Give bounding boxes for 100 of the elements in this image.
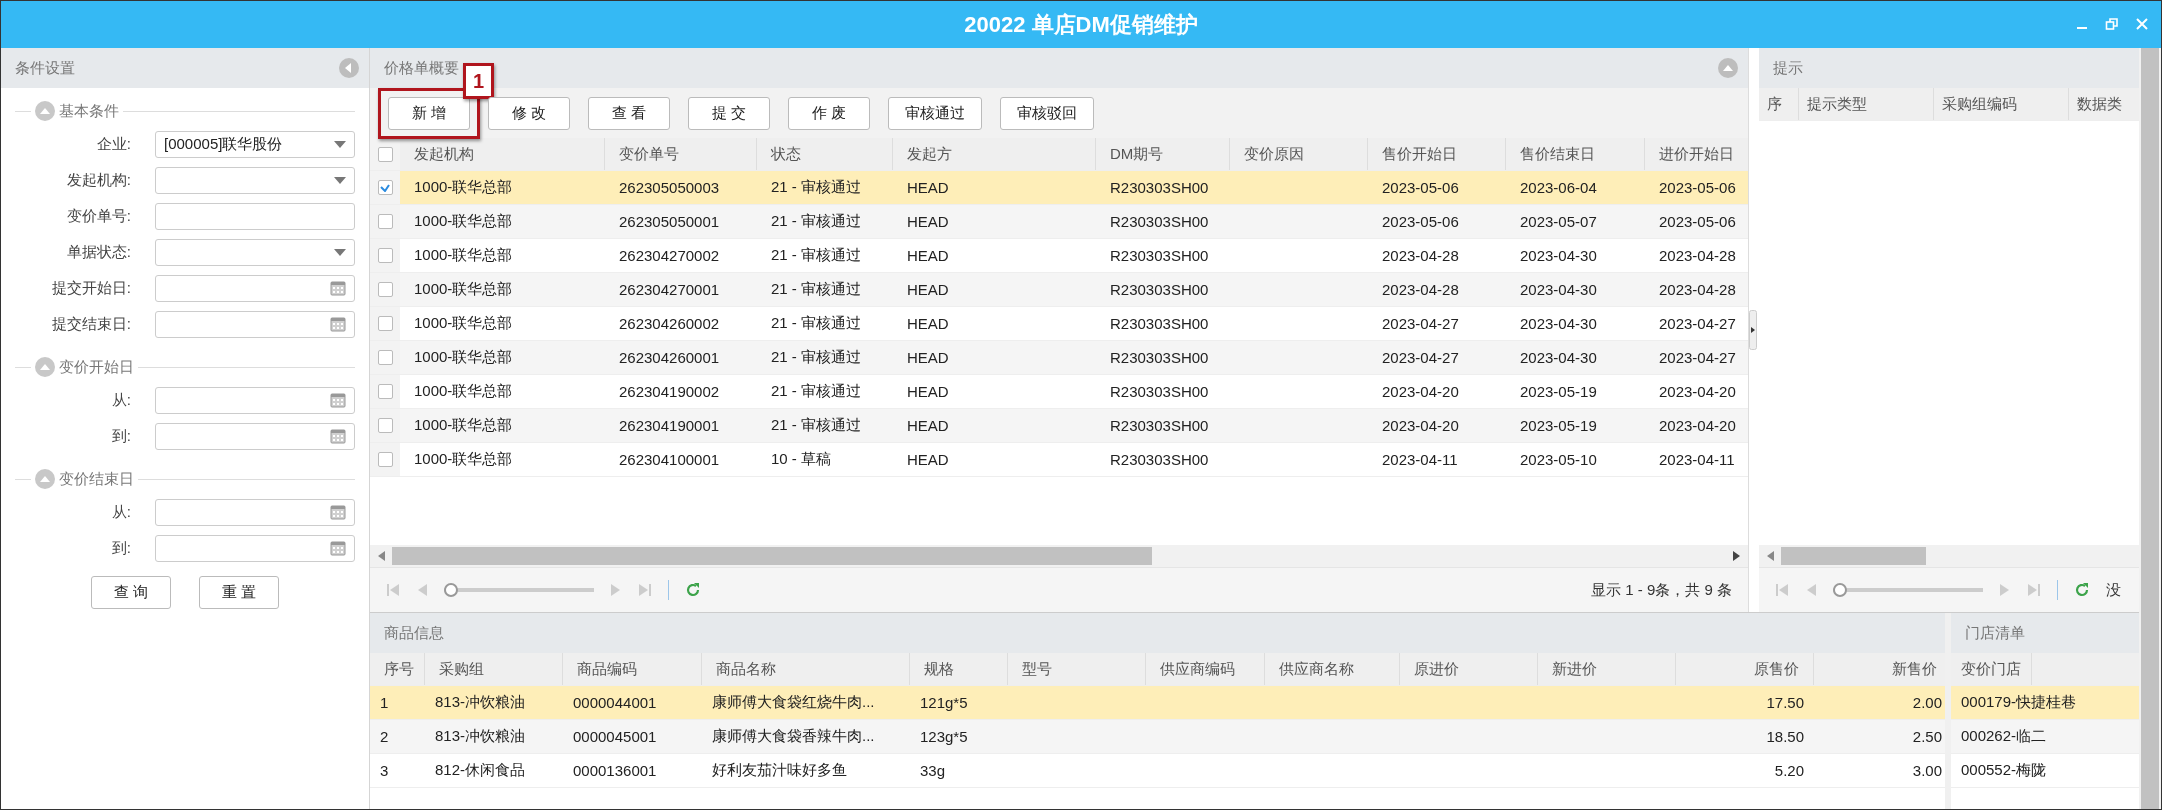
- column-header[interactable]: 供应商名称: [1265, 653, 1400, 685]
- toolbar-button[interactable]: 修 改: [488, 96, 570, 130]
- column-header[interactable]: 供应商编码: [1146, 653, 1265, 685]
- dropdown-caret-icon: [334, 176, 346, 184]
- checkbox[interactable]: [377, 316, 393, 331]
- scroll-left-icon[interactable]: [1767, 551, 1775, 561]
- input-field[interactable]: [155, 310, 355, 338]
- table-cell: HEAD: [907, 451, 949, 468]
- calendar-icon: [330, 392, 346, 408]
- input-field[interactable]: [155, 534, 355, 562]
- column-header[interactable]: 采购组: [425, 653, 563, 685]
- table-cell: 17.50: [1766, 694, 1804, 711]
- checkbox[interactable]: [377, 180, 393, 195]
- checkbox[interactable]: [377, 248, 393, 263]
- restore-icon[interactable]: [2105, 17, 2119, 31]
- column-header[interactable]: 规格: [910, 653, 1008, 685]
- field-label: 单据状态:: [65, 242, 132, 262]
- table-cell: 10 - 草稿: [771, 450, 831, 469]
- form-button[interactable]: 重 置: [199, 576, 279, 609]
- table-cell: 813-冲饮粮油: [435, 693, 526, 712]
- column-header[interactable]: 发起方: [893, 138, 1096, 170]
- input-field[interactable]: [155, 166, 355, 194]
- input-field[interactable]: [155, 274, 355, 302]
- refresh-icon[interactable]: [2074, 582, 2090, 598]
- table-cell: 2023-04-30: [1520, 247, 1597, 264]
- checkbox[interactable]: [377, 350, 393, 365]
- toolbar-button[interactable]: 审核驳回: [1000, 96, 1094, 130]
- field-label: 从:: [110, 502, 132, 522]
- table-cell: 1000-联华总部: [414, 314, 513, 333]
- column-header[interactable]: 变价单号: [605, 138, 757, 170]
- toolbar-button[interactable]: 作 废: [788, 96, 870, 130]
- collapse-icon[interactable]: [1718, 58, 1738, 78]
- scrollbar-thumb[interactable]: [1781, 547, 1926, 565]
- table-cell: 2023-04-20: [1382, 383, 1459, 400]
- first-page-icon[interactable]: [386, 583, 400, 597]
- column-header[interactable]: 原售价: [1676, 653, 1814, 685]
- form-button[interactable]: 查 询: [91, 576, 171, 609]
- page-info: 没: [2106, 580, 2121, 600]
- checkbox[interactable]: [377, 452, 393, 467]
- checkbox[interactable]: [377, 384, 393, 399]
- toolbar-button[interactable]: 查 看: [588, 96, 670, 130]
- table-cell: 262304190002: [619, 383, 720, 400]
- last-page-icon[interactable]: [2027, 583, 2041, 597]
- collapse-icon[interactable]: [35, 469, 55, 489]
- column-header[interactable]: 采购组编码: [1934, 88, 2069, 120]
- table-cell: 3: [380, 762, 389, 779]
- collapse-icon[interactable]: [339, 58, 359, 78]
- table-cell: 2023-05-06: [1382, 179, 1459, 196]
- column-header[interactable]: 商品名称: [702, 653, 910, 685]
- checkbox[interactable]: [377, 146, 393, 162]
- previous-page-icon[interactable]: [416, 583, 428, 597]
- table-cell: 康师傅大食袋香辣牛肉...: [712, 727, 875, 746]
- toolbar-button[interactable]: 新 增: [388, 96, 470, 130]
- collapse-icon[interactable]: [35, 357, 55, 377]
- table-cell: 21 - 审核通过: [771, 212, 861, 231]
- column-header[interactable]: 售价开始日: [1368, 138, 1506, 170]
- input-field[interactable]: [155, 498, 355, 526]
- checkbox[interactable]: [377, 418, 393, 433]
- table-cell: HEAD: [907, 349, 949, 366]
- scrollbar-thumb[interactable]: [2141, 48, 2159, 809]
- table-cell: 262304100001: [619, 451, 720, 468]
- checkbox[interactable]: [377, 282, 393, 297]
- next-page-icon[interactable]: [1999, 583, 2011, 597]
- expand-handle-icon[interactable]: [1749, 310, 1757, 350]
- column-header[interactable]: 原进价: [1400, 653, 1538, 685]
- column-header[interactable]: 序号: [370, 653, 425, 685]
- column-header[interactable]: 新进价: [1538, 653, 1676, 685]
- input-field[interactable]: [000005]联华股份: [155, 130, 355, 158]
- column-header[interactable]: 商品编码: [563, 653, 702, 685]
- table-cell: 813-冲饮粮油: [435, 727, 526, 746]
- column-header[interactable]: DM期号: [1096, 138, 1230, 170]
- close-icon[interactable]: [2135, 17, 2149, 31]
- table-cell: HEAD: [907, 281, 949, 298]
- input-field[interactable]: [155, 238, 355, 266]
- scrollbar-thumb[interactable]: [392, 547, 1152, 565]
- scroll-left-icon[interactable]: [378, 551, 386, 561]
- table-cell: 33g: [920, 762, 946, 779]
- input-field[interactable]: [155, 202, 355, 230]
- collapse-icon[interactable]: [35, 101, 55, 121]
- input-field[interactable]: [155, 422, 355, 450]
- toolbar-button[interactable]: 审核通过: [888, 96, 982, 130]
- first-page-icon[interactable]: [1775, 583, 1789, 597]
- previous-page-icon[interactable]: [1805, 583, 1817, 597]
- column-header[interactable]: 型号: [1008, 653, 1146, 685]
- column-header[interactable]: 变价原因: [1230, 138, 1368, 170]
- column-header[interactable]: 售价结束日: [1506, 138, 1645, 170]
- last-page-icon[interactable]: [638, 583, 652, 597]
- column-header[interactable]: 序: [1759, 88, 1799, 120]
- input-field[interactable]: [155, 386, 355, 414]
- checkbox[interactable]: [377, 214, 393, 229]
- scroll-right-icon[interactable]: [1732, 551, 1740, 561]
- table-cell: 2023-04-28: [1382, 247, 1459, 264]
- column-header[interactable]: 状态: [757, 138, 893, 170]
- refresh-icon[interactable]: [685, 582, 701, 598]
- next-page-icon[interactable]: [610, 583, 622, 597]
- column-header[interactable]: 提示类型: [1799, 88, 1934, 120]
- column-header[interactable]: 发起机构: [400, 138, 605, 170]
- toolbar-button[interactable]: 提 交: [688, 96, 770, 130]
- table-cell: 2.00: [1912, 694, 1942, 711]
- table-cell: R230303SH00: [1110, 247, 1209, 264]
